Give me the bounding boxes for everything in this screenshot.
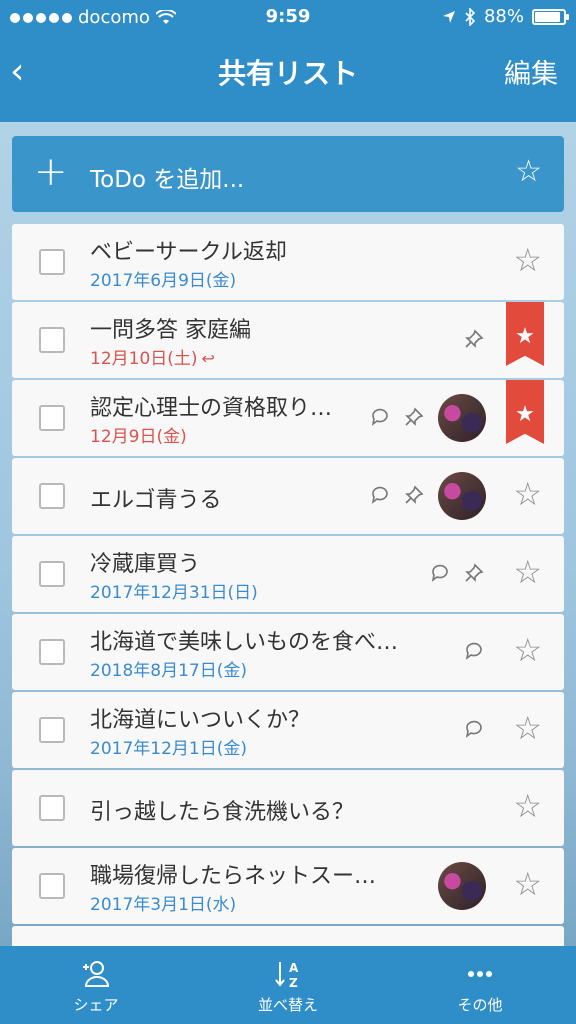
todo-checkbox[interactable] [39, 249, 65, 275]
star-icon[interactable]: ☆ [513, 866, 542, 902]
assignee-avatar[interactable] [438, 862, 486, 910]
pin-icon [404, 407, 428, 431]
todo-row[interactable]: ベビーサークル返却 2017年6月9日(金) ☆ [12, 224, 564, 300]
plus-icon: + [34, 149, 68, 195]
comment-icon [430, 563, 454, 587]
add-todo-placeholder[interactable]: ToDo を追加... [90, 160, 244, 194]
comment-icon [464, 719, 488, 743]
svg-text:Z: Z [289, 976, 298, 990]
pin-icon [464, 329, 488, 353]
todo-title[interactable]: 一問多答 家庭編 [90, 312, 251, 344]
battery-level [535, 11, 560, 22]
status-right: 88% [442, 6, 569, 27]
tab-more[interactable]: その他 [384, 946, 576, 1024]
todo-due-date: 2017年12月1日(金) [90, 734, 247, 759]
todo-checkbox[interactable] [39, 717, 65, 743]
svg-text:A: A [289, 961, 299, 975]
todo-title[interactable]: 職場復帰したらネットスー… [90, 858, 376, 890]
todo-row[interactable]: エルゴ青うる ☆ [12, 458, 564, 534]
top-bar: docomo 9:59 88% ‹ 共有リスト 編集 [0, 0, 576, 122]
tab-more-label: その他 [457, 996, 503, 1014]
todo-title[interactable]: 引っ越したら食洗機いる？ [90, 794, 354, 826]
todo-checkbox[interactable] [39, 639, 65, 665]
todo-row[interactable]: 冷蔵庫買う 2017年12月31日(日) ☆ [12, 536, 564, 612]
todo-title[interactable]: 冷蔵庫買う [90, 546, 200, 578]
todo-checkbox[interactable] [39, 873, 65, 899]
share-person-icon [0, 958, 192, 990]
tab-share-label: シェア [73, 996, 119, 1014]
todo-due-date-text: 2018年8月17日(金) [90, 661, 247, 681]
location-arrow-icon [442, 10, 455, 23]
todo-title[interactable]: エルゴ青うる [90, 482, 222, 514]
todo-title[interactable]: 北海道にいついくか？ [90, 702, 310, 734]
todo-due-date: 2018年8月17日(金) [90, 656, 247, 681]
todo-title[interactable]: 北海道で美味しいものを食べ… [90, 624, 398, 656]
page-title: 共有リスト [217, 57, 358, 90]
star-icon[interactable]: ☆ [513, 554, 542, 590]
star-filled-icon: ★ [515, 402, 535, 427]
comment-icon [370, 485, 394, 509]
nav-bar: ‹ 共有リスト 編集 [0, 36, 576, 108]
todo-due-date-text: 2017年12月31日(日) [90, 583, 258, 603]
todo-due-date: 2017年6月9日(金) [90, 266, 236, 291]
todo-checkbox[interactable] [39, 795, 65, 821]
todo-row[interactable]: 北海道で美味しいものを食べ… 2018年8月17日(金) ☆ [12, 614, 564, 690]
bottom-tab-bar: シェア A Z 並べ替え その他 [0, 946, 576, 1024]
tab-sort[interactable]: A Z 並べ替え [192, 946, 384, 1024]
star-icon[interactable]: ☆ [513, 242, 542, 278]
pin-icon [404, 485, 428, 509]
starred-ribbon-icon[interactable]: ★ [506, 380, 544, 444]
todo-row[interactable]: 職場復帰したらネットスー… 2017年3月1日(水) ☆ [12, 848, 564, 924]
todo-due-date-text: 2017年12月1日(金) [90, 739, 247, 759]
assignee-avatar[interactable] [438, 472, 486, 520]
tab-sort-label: 並べ替え [257, 996, 318, 1014]
battery-percent: 88% [483, 6, 524, 27]
todo-due-date-text: 12月9日(金) [90, 427, 187, 447]
todo-checkbox[interactable] [39, 405, 65, 431]
todo-checkbox[interactable] [39, 561, 65, 587]
tab-share[interactable]: シェア [0, 946, 192, 1024]
todo-row[interactable]: 北海道にいついくか？ 2017年12月1日(金) ☆ [12, 692, 564, 768]
more-dots-icon [384, 958, 576, 990]
todo-due-date: 12月10日(土) ↩ [90, 344, 215, 369]
todo-due-date: 2017年3月1日(水) [90, 890, 236, 915]
comment-icon [370, 407, 394, 431]
star-filled-icon: ★ [515, 324, 535, 349]
todo-due-date-text: 12月10日(土) [90, 349, 198, 369]
star-icon[interactable]: ☆ [513, 710, 542, 746]
todo-title[interactable]: ベビーサークル返却 [90, 234, 287, 266]
todo-title[interactable]: 認定心理士の資格取り… [90, 390, 332, 422]
add-todo-bar[interactable]: + ToDo を追加... ☆ [12, 136, 564, 212]
todo-row[interactable]: 引っ越したら食洗機いる？ ☆ [12, 770, 564, 846]
bluetooth-icon [465, 7, 476, 26]
star-icon[interactable]: ☆ [515, 154, 542, 190]
todo-due-date: 12月9日(金) [90, 422, 187, 447]
todo-due-date-text: 2017年3月1日(水) [90, 895, 237, 915]
assignee-avatar[interactable] [438, 394, 486, 442]
star-icon[interactable]: ☆ [513, 476, 542, 512]
todo-checkbox[interactable] [39, 327, 65, 353]
todo-row[interactable]: 一問多答 家庭編 12月10日(土) ↩ ★ [12, 302, 564, 378]
star-icon[interactable]: ☆ [513, 788, 542, 824]
todo-due-date: 2017年12月31日(日) [90, 578, 258, 603]
status-bar: docomo 9:59 88% [0, 0, 576, 36]
todo-due-date-text: 2017年6月9日(金) [90, 271, 237, 291]
todo-row[interactable]: 認定心理士の資格取り… 12月9日(金) ★ [12, 380, 564, 456]
pin-icon [464, 563, 488, 587]
repeat-icon: ↩ [201, 349, 215, 368]
todo-checkbox[interactable] [39, 483, 65, 509]
edit-button[interactable]: 編集 [504, 52, 558, 91]
sort-az-icon: A Z [192, 958, 384, 990]
battery-icon [532, 8, 569, 25]
star-icon[interactable]: ☆ [513, 632, 542, 668]
starred-ribbon-icon[interactable]: ★ [506, 302, 544, 366]
comment-icon [464, 641, 488, 665]
